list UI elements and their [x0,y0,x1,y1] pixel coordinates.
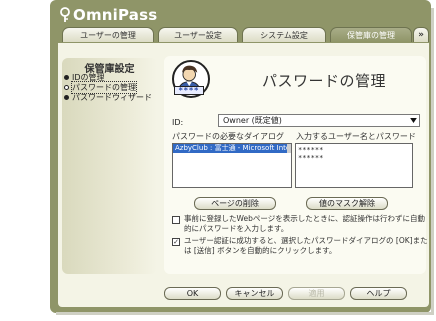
app-title-text: OmniPass [73,6,158,24]
help-button[interactable]: ヘルプ [350,287,407,300]
sidebar-item-id-management[interactable]: IDの管理 [64,72,105,82]
auto-submit-checkbox[interactable]: ✓ [172,238,180,246]
delete-page-button[interactable]: ページの削除 [194,197,276,210]
tab-user-management[interactable]: ユーザーの管理 [62,27,154,42]
tabs-scroll-right-button[interactable]: » [413,27,429,42]
chevron-down-icon[interactable] [408,116,418,125]
list-item[interactable]: AzbyClub : 富士通 - Microsoft Inte [173,144,291,153]
window-shadow [56,312,434,315]
password-dialog-list[interactable]: AzbyClub : 富士通 - Microsoft Inte [172,143,292,188]
tab-user-settings[interactable]: ユーザー設定 [158,27,238,42]
bullet-icon [64,94,69,100]
sidebar-item-password-wizard[interactable]: パスワードウィザード [64,92,152,102]
tab-system-settings[interactable]: システム設定 [242,27,326,42]
tab-vault-management[interactable]: 保管庫の管理 [330,27,412,42]
auto-fill-option-label: 事前に登録したWebページを表示したときに、認証操作は行わずに自動的にパスワード… [184,214,425,233]
fingerprint-key-icon [60,7,70,22]
ok-button[interactable]: OK [164,287,221,300]
masked-password: ****** [298,154,324,162]
scrollbar[interactable] [287,144,291,153]
id-select-value: Owner (既定値) [223,116,282,125]
window-shadow [431,8,434,314]
auto-fill-option[interactable]: 事前に登録したWebページを表示したときに、認証操作は行わずに自動的にパスワード… [172,214,430,234]
unmask-values-button[interactable]: 値のマスク解除 [306,197,388,210]
password-mask-badge: **** [174,86,204,95]
sidebar-item-label: パスワードウィザード [72,92,152,102]
id-label: ID: [172,118,184,127]
cancel-button[interactable]: キャンセル [226,287,283,300]
auto-fill-checkbox[interactable] [172,216,180,224]
tab-label: 保管庫の管理 [347,30,395,40]
dialog-list-label: パスワードの必要なダイアログ [172,132,284,141]
sidebar-item-password-management[interactable]: パスワードの管理 [64,80,137,94]
double-chevron-right-icon: » [418,30,424,40]
credentials-field[interactable]: ****** ****** [295,143,413,188]
id-select[interactable]: Owner (既定値) [218,114,420,127]
tab-label: ユーザーの管理 [80,30,136,40]
tab-label: システム設定 [260,30,308,40]
apply-button[interactable]: 適用 [288,287,345,300]
selected-bullet-icon [64,84,69,90]
tab-label: ユーザー設定 [174,30,222,40]
auto-submit-option-label: ユーザー認証に成功すると、選択したパスワードダイアログの [OK]または [送信… [184,236,428,255]
app-title: OmniPass [58,6,157,24]
bullet-icon [64,74,69,80]
auto-submit-option[interactable]: ✓ ユーザー認証に成功すると、選択したパスワードダイアログの [OK]または [… [172,236,430,256]
credentials-label: 入力するユーザー名とパスワード [296,132,416,141]
masked-username: ****** [298,146,324,154]
page-title: パスワードの管理 [262,72,387,90]
